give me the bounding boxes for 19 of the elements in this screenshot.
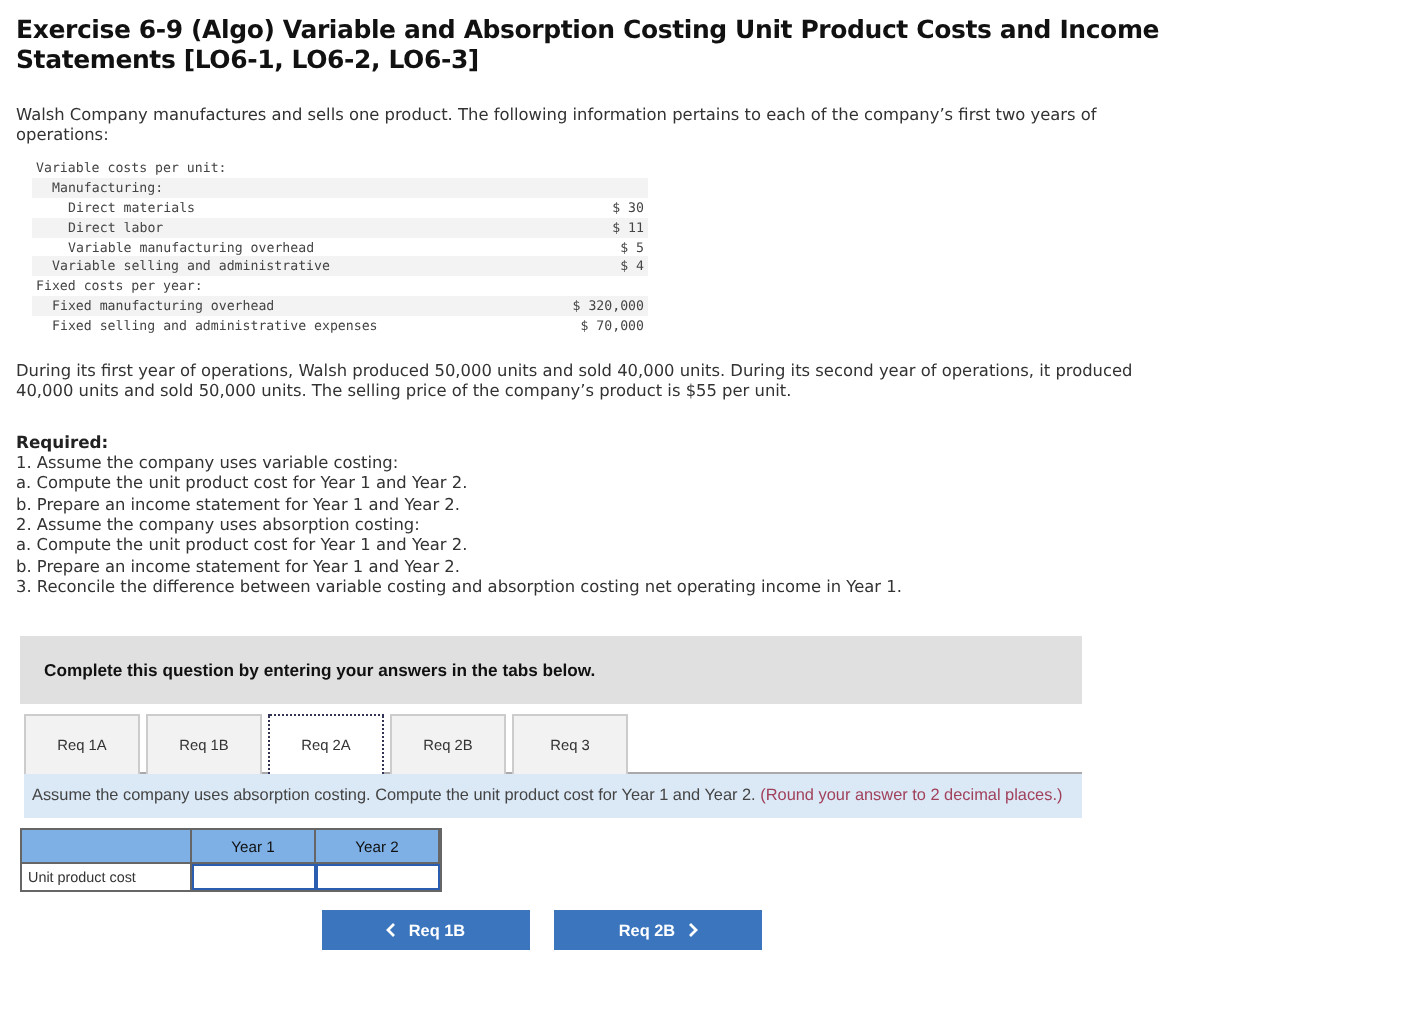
- previous-button[interactable]: Req 1B: [322, 910, 530, 951]
- required-item: 3. Reconcile the difference between variable costing and absorption costing net operating income in Year 1.: [16, 575, 904, 597]
- required-heading: Required:: [16, 432, 111, 453]
- next-button[interactable]: Req 2B: [554, 910, 762, 951]
- required-item: b. Prepare an income statement for Year 1 and Year 2.: [16, 493, 462, 514]
- required-item: 2. Assume the company uses absorption costing:: [16, 513, 422, 535]
- answer-input[interactable]: [316, 864, 440, 891]
- required-item: 1. Assume the company uses variable costing:: [16, 452, 401, 473]
- question-text: Assume the company uses absorption costing. Compute the unit product cost for Year 1 and Year 2. (Round your answer to 2 decimal places.): [24, 774, 1082, 819]
- intro-text: Walsh Company manufactures and sells one product. The following information pertains to each of the company’s first two years of operations:: [16, 104, 1099, 144]
- chevron-left-icon: [386, 922, 397, 939]
- required-item: b. Prepare an income statement for Year 1 and Year 2.: [16, 555, 462, 576]
- banner-text: Complete this question by entering your answers in the tabs below.: [44, 660, 596, 681]
- chevron-right-icon: [687, 922, 698, 939]
- exercise-title: Exercise 6-9 (Algo) Variable and Absorption Costing Unit Product Costs and Income Statements [LO6-1, LO6-2, LO6-3]: [16, 14, 1162, 74]
- required-item: a. Compute the unit product cost for Year 1 and Year 2.: [16, 534, 470, 555]
- required-item: a. Compute the unit product cost for Year 1 and Year 2.: [16, 472, 470, 494]
- answer-input[interactable]: [192, 864, 316, 891]
- scenario-text: During its first year of operations, Walsh produced 50,000 units and sold 40,000 units. During its second year of operations, it produced 40,000 units and sold 50,000 units. The selling price of the company’s product is $55 per unit.: [16, 360, 1135, 401]
